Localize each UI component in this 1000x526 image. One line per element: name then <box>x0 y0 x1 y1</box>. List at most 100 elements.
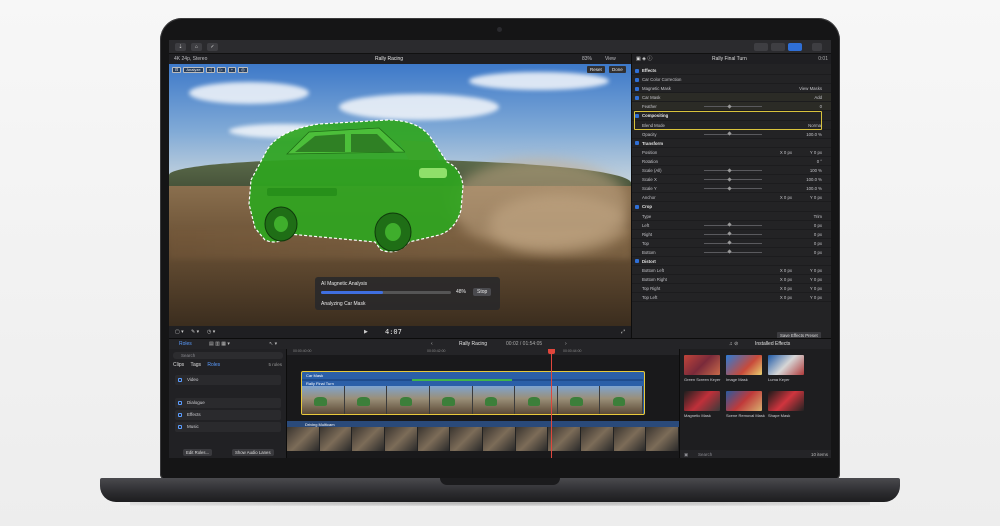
role-row-video[interactable]: Video <box>175 375 281 385</box>
stop-button[interactable]: Stop <box>473 288 492 296</box>
play-icon[interactable]: ▶ <box>364 326 368 338</box>
inspector-row[interactable]: Scale (All) 100 % <box>632 166 831 176</box>
timecode-display[interactable]: 4:07 <box>385 326 402 338</box>
parameter-value[interactable]: 0 px <box>814 248 822 257</box>
parameter-slider[interactable] <box>704 249 762 254</box>
edit-roles-button[interactable]: Edit Roles... <box>183 449 213 456</box>
inspector-row[interactable]: Rotation 0 ° <box>632 157 831 167</box>
inspector-row[interactable]: Top 0 px <box>632 239 831 248</box>
role-row-dialogue[interactable]: Dialogue <box>175 398 281 408</box>
speed-icon[interactable]: ◷ ▾ <box>207 326 215 338</box>
parameter-value[interactable]: X 0 px <box>780 275 792 284</box>
playhead-handle[interactable] <box>548 349 555 354</box>
parameter-value[interactable]: X 0 px <box>780 266 792 275</box>
parameter-slider[interactable] <box>704 167 762 173</box>
parameter-value[interactable]: Trim <box>814 212 822 221</box>
effect-magnetic-mask[interactable]: Magnetic Mask <box>684 391 724 418</box>
inspector-row[interactable]: Position X 0 px Y 0 px <box>632 148 831 157</box>
browser-toggle-icon[interactable] <box>754 43 768 51</box>
parameter-value[interactable]: Y 0 px <box>810 275 822 284</box>
enable-checkbox[interactable] <box>635 95 639 100</box>
enable-checkbox[interactable] <box>635 77 639 82</box>
timeline-toggle-icon[interactable] <box>771 43 785 51</box>
parameter-value[interactable]: 100.0 % <box>806 184 822 193</box>
analyze-button[interactable]: Analyze <box>183 67 204 73</box>
inspector-row[interactable]: Top Left X 0 px Y 0 px <box>632 293 831 303</box>
slider-knob[interactable] <box>727 240 732 245</box>
slider-knob[interactable] <box>727 231 732 236</box>
effects-search-input[interactable]: Search <box>698 450 712 458</box>
inspector-row[interactable]: Opacity 100.0 % <box>632 130 831 139</box>
enable-checkbox[interactable] <box>635 86 639 91</box>
parameter-slider[interactable] <box>704 222 762 227</box>
enable-checkbox[interactable] <box>635 141 639 146</box>
slider-knob[interactable] <box>727 177 732 182</box>
tab-roles[interactable]: Roles <box>207 362 220 368</box>
tab-clips[interactable]: Clips <box>173 362 184 368</box>
add-icon[interactable]: + <box>227 67 237 73</box>
enable-checkbox[interactable] <box>635 68 639 73</box>
zoom-menu[interactable]: 83% <box>582 54 592 64</box>
inspector-toggle-icon[interactable] <box>788 43 802 51</box>
inspector-row[interactable]: Type Trim <box>632 212 831 221</box>
parameter-value[interactable]: Y 0 px <box>810 293 822 302</box>
inspector-row[interactable]: Magnetic Mask View Masks <box>632 84 831 94</box>
effect-image-mask[interactable]: Image Mask <box>726 355 766 382</box>
inspector-row[interactable]: Bottom Right X 0 px Y 0 px <box>632 275 831 285</box>
parameter-slider[interactable] <box>704 231 762 236</box>
parameter-value[interactable]: 100.0 % <box>806 175 822 184</box>
transform-tool-icon[interactable]: ▢ ▾ <box>175 326 184 338</box>
inspector-row[interactable]: Bottom Left X 0 px Y 0 px <box>632 266 831 276</box>
parameter-slider[interactable] <box>704 104 762 109</box>
role-row-effects[interactable]: Effects <box>175 410 281 420</box>
parameter-value[interactable]: View Masks <box>799 84 822 93</box>
enable-checkbox[interactable] <box>635 259 639 264</box>
background-tasks-icon[interactable]: ✓ <box>207 43 218 51</box>
parameter-value[interactable]: X 0 px <box>780 148 792 157</box>
parameter-value[interactable]: 0 px <box>814 230 822 239</box>
keyword-icon[interactable]: ⌂ <box>191 43 202 51</box>
parameter-value[interactable]: X 0 px <box>780 284 792 293</box>
parameter-slider[interactable] <box>704 131 762 136</box>
multicam-clip[interactable]: Driving Multicam <box>287 421 679 451</box>
parameter-value[interactable]: X 0 px <box>780 293 792 302</box>
inspector-row[interactable]: Scale X 100.0 % <box>632 175 831 185</box>
viewer[interactable]: ⊟ Analyze ◁ ▷ + ◎ Reset Done AI Magnetic… <box>169 64 631 326</box>
parameter-value[interactable]: 0 ° <box>817 157 822 166</box>
effects-sidebar-icon[interactable]: ▣ <box>684 450 688 458</box>
slider-knob[interactable] <box>727 104 732 109</box>
enhance-icon[interactable]: ✎ ▾ <box>191 326 199 338</box>
playhead[interactable] <box>551 349 552 458</box>
video-inspector-icon[interactable]: ▣ ◈ ⓘ <box>636 54 652 64</box>
share-icon[interactable] <box>812 43 822 51</box>
slider-knob[interactable] <box>727 131 732 136</box>
fullscreen-icon[interactable]: ⤢ <box>621 326 625 338</box>
parameter-value[interactable]: Y 0 px <box>810 266 822 275</box>
enable-checkbox[interactable] <box>635 204 639 209</box>
inspector-row[interactable]: Right 0 px <box>632 230 831 239</box>
parameter-value[interactable]: 100.0 % <box>806 130 822 139</box>
parameter-value[interactable]: Add <box>814 93 822 102</box>
audio-skimming-icon[interactable]: ♫ ⊘ <box>729 339 738 349</box>
slider-knob[interactable] <box>727 167 732 173</box>
inspector-row[interactable]: Scale Y 100.0 % <box>632 184 831 194</box>
parameter-value[interactable]: 0 px <box>814 221 822 230</box>
sidebar-search-input[interactable]: Search <box>173 352 283 359</box>
show-audio-lanes-button[interactable]: Show Audio Lanes <box>232 449 274 456</box>
slider-knob[interactable] <box>727 249 732 254</box>
inspector-row[interactable]: Car Color Correction <box>632 75 831 85</box>
parameter-value[interactable]: Y 0 px <box>810 193 822 202</box>
roles-label[interactable]: Roles <box>179 339 192 349</box>
tab-tags[interactable]: Tags <box>190 362 201 368</box>
subtract-tool-icon[interactable]: ⊟ <box>172 67 182 73</box>
import-icon[interactable]: ⇣ <box>175 43 186 51</box>
effect-scene-removal-mask[interactable]: Scene Removal Mask <box>726 391 766 418</box>
back-arrow-icon[interactable]: ‹ <box>431 339 433 349</box>
timeline[interactable]: 00:00:40:00 00:00:42:00 00:00:44:00 Car … <box>287 349 679 458</box>
forward-arrow-icon[interactable]: › <box>565 339 567 349</box>
inspector-row[interactable]: Bottom 0 px <box>632 248 831 257</box>
select-tool-icon[interactable]: ↖ ▾ <box>269 339 277 349</box>
reset-button[interactable]: Reset <box>587 66 605 73</box>
selected-clip[interactable]: Car Mask Rally Final Turn <box>301 371 645 415</box>
parameter-value[interactable]: X 0 px <box>780 193 792 202</box>
